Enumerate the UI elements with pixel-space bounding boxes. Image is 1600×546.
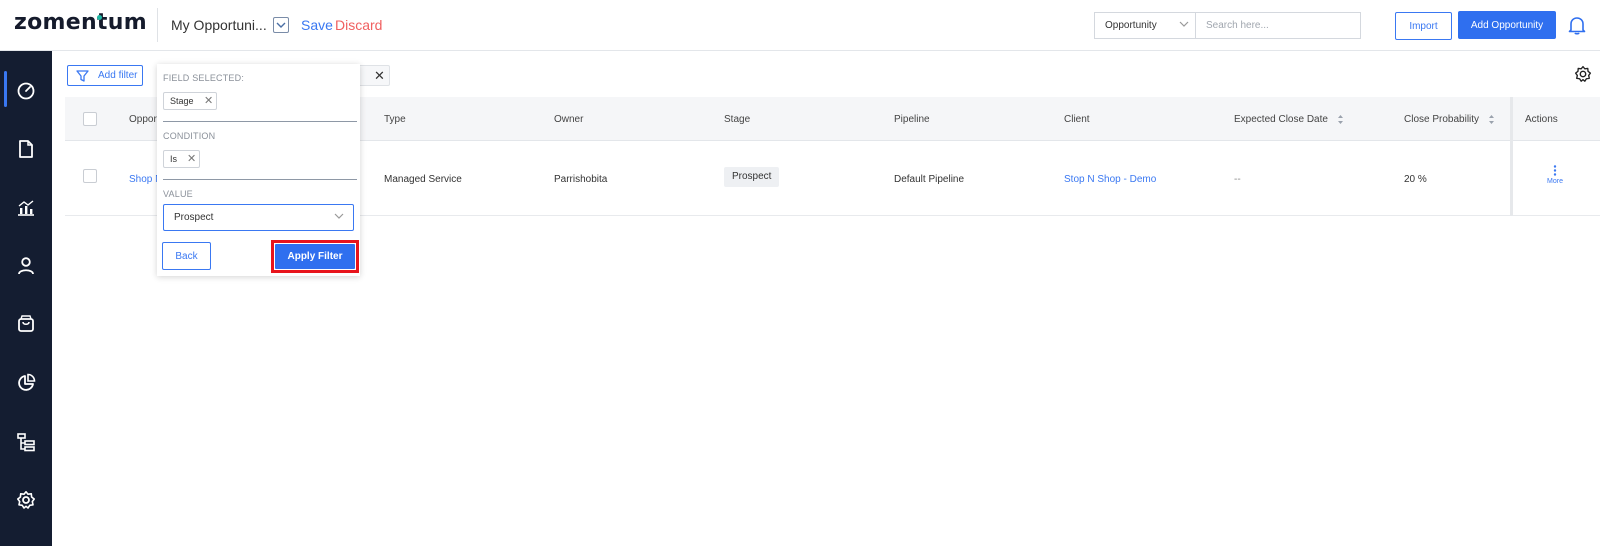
chevron-down-icon (334, 213, 344, 219)
zomentum-logo[interactable]: zomentum (14, 10, 147, 35)
col-header-expected-close-date[interactable]: Expected Close Date (1234, 114, 1344, 125)
module-select-value: Opportunity (1105, 20, 1157, 31)
table-settings-icon[interactable] (1574, 65, 1592, 83)
filter-icon (76, 70, 89, 82)
save-view-link[interactable]: Save (301, 17, 333, 33)
col-header-stage[interactable]: Stage (724, 114, 750, 125)
col-header-type[interactable]: Type (384, 114, 406, 125)
value-select[interactable]: Prospect (163, 204, 354, 231)
sort-icon[interactable] (1337, 114, 1344, 125)
field-selected-chip[interactable]: Stage ✕ (163, 92, 217, 110)
hierarchy-icon (17, 433, 35, 452)
actions-column (1510, 97, 1600, 216)
select-all-checkbox[interactable] (83, 112, 97, 126)
global-search-input[interactable] (1195, 12, 1361, 39)
user-icon (18, 257, 34, 275)
header-divider (157, 8, 158, 42)
pie-chart-icon (18, 373, 36, 391)
chart-icon (18, 200, 34, 216)
close-icon[interactable]: ✕ (204, 94, 213, 107)
sidebar-item-clients[interactable] (0, 244, 52, 288)
more-vertical-icon (1553, 165, 1557, 176)
cell-close-probability: 20 % (1404, 174, 1427, 185)
condition-label: CONDITION (163, 131, 216, 141)
sidebar-item-analytics[interactable] (0, 361, 52, 405)
bell-icon[interactable] (1568, 16, 1586, 35)
view-title: My Opportuni... (171, 17, 267, 33)
condition-value: Is (170, 154, 178, 164)
dashboard-icon (17, 82, 35, 100)
chevron-down-icon (1179, 21, 1189, 27)
col-header-pipeline[interactable]: Pipeline (894, 114, 930, 125)
value-selected: Prospect (174, 212, 214, 223)
col-header-client[interactable]: Client (1064, 114, 1090, 125)
document-icon (19, 140, 33, 158)
import-button[interactable]: Import (1395, 12, 1452, 40)
close-icon[interactable]: ✕ (187, 152, 196, 165)
col-header-expected-close-date-label: Expected Close Date (1234, 114, 1328, 126)
col-header-owner[interactable]: Owner (554, 114, 583, 125)
back-button[interactable]: Back (162, 242, 211, 270)
sidebar-item-documents[interactable] (0, 127, 52, 171)
sidebar-item-settings[interactable] (0, 478, 52, 522)
chevron-down-icon (276, 22, 286, 28)
cell-stage-badge: Prospect (724, 167, 780, 187)
cell-pipeline: Default Pipeline (894, 174, 965, 185)
settings-icon (17, 491, 35, 509)
sidebar-item-marketplace[interactable] (0, 302, 52, 346)
condition-underline (163, 179, 357, 180)
condition-chip[interactable]: Is ✕ (163, 150, 200, 168)
add-filter-button[interactable]: Add filter (67, 65, 143, 86)
client-link[interactable]: Stop N Shop - Demo (1064, 174, 1156, 185)
row-more-button[interactable]: More (1547, 165, 1563, 185)
module-select[interactable]: Opportunity (1094, 12, 1195, 39)
add-opportunity-button[interactable]: Add Opportunity (1458, 11, 1556, 39)
row-checkbox[interactable] (83, 169, 97, 183)
view-dropdown-button[interactable] (273, 17, 289, 33)
discard-view-link[interactable]: Discard (335, 17, 382, 33)
top-header: zomentum My Opportuni... Save Discard Op… (0, 0, 1600, 51)
col-header-opportunity[interactable]: Oppor (129, 114, 157, 125)
filter-popover: FIELD SELECTED: Stage ✕ CONDITION Is ✕ V… (157, 64, 360, 276)
value-label: VALUE (163, 189, 193, 199)
sidebar-item-dashboard[interactable] (0, 69, 52, 113)
field-selected-value: Stage (170, 96, 194, 106)
sidebar-item-workflows[interactable] (0, 420, 52, 464)
col-header-close-probability-label: Close Probability (1404, 114, 1480, 126)
field-underline (163, 121, 357, 122)
cell-type: Managed Service (384, 174, 462, 185)
left-sidebar (0, 51, 52, 546)
field-selected-label: FIELD SELECTED: (163, 73, 245, 83)
more-label: More (1547, 178, 1563, 185)
logo-dot (97, 15, 102, 20)
sidebar-item-reports[interactable] (0, 186, 52, 230)
apply-filter-button[interactable]: Apply Filter (275, 244, 355, 269)
col-header-close-probability[interactable]: Close Probability (1404, 114, 1495, 125)
add-filter-label: Add filter (98, 70, 138, 81)
cell-owner: Parrishobita (554, 174, 608, 185)
close-icon[interactable]: ✕ (374, 68, 385, 84)
cell-expected-close-date: -- (1234, 174, 1241, 185)
shopping-bag-icon (18, 315, 34, 332)
sort-icon[interactable] (1488, 114, 1495, 125)
